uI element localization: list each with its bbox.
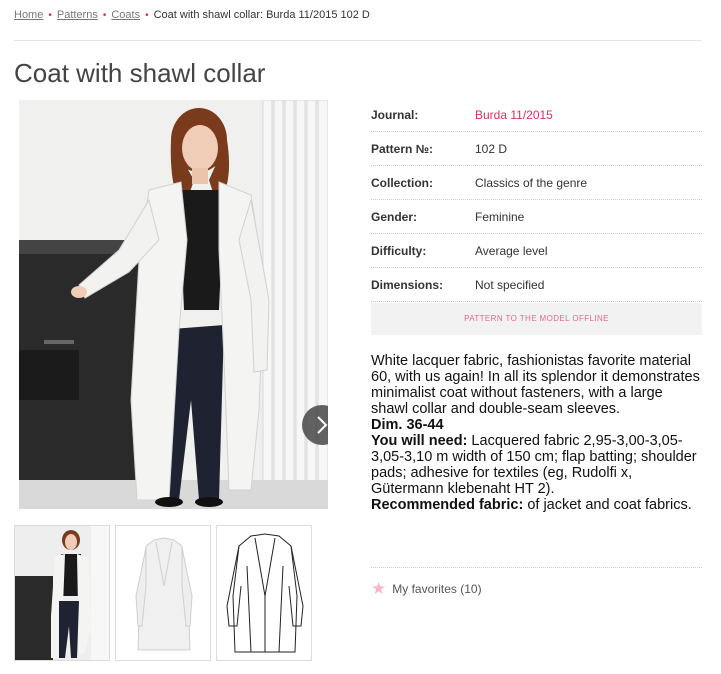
pattern-details-table: Journal: Burda 11/2015 Pattern №: 102 D … — [371, 98, 702, 302]
header-divider — [14, 40, 702, 41]
breadcrumb-coats[interactable]: Coats — [111, 9, 140, 21]
journal-link[interactable]: Burda 11/2015 — [475, 108, 553, 122]
detail-value: 102 D — [475, 141, 508, 156]
page-title: Coat with shawl collar — [14, 58, 266, 88]
breadcrumb-patterns[interactable]: Patterns — [57, 9, 98, 21]
detail-label: Journal: — [371, 107, 419, 122]
pattern-description: White lacquer fabric, fashionistas favor… — [371, 353, 702, 513]
detail-row-gender: Gender: Feminine — [371, 200, 702, 234]
detail-value: Classics of the genre — [475, 175, 588, 190]
detail-row-dimensions: Dimensions: Not specified — [371, 268, 702, 302]
thumbnail-photo[interactable] — [14, 525, 110, 661]
thumbnail-technical-drawing[interactable] — [216, 525, 312, 661]
description-intro: White lacquer fabric, fashionistas favor… — [371, 353, 700, 417]
recommended-fabric-text: of jacket and coat fabrics. — [523, 497, 692, 513]
detail-row-pattern: Pattern №: 102 D — [371, 132, 702, 166]
detail-value: Average level — [475, 243, 548, 258]
favorites-button[interactable]: ★ My favorites (10) — [371, 580, 482, 597]
detail-label: Dimensions: — [371, 277, 444, 292]
chevron-right-icon — [317, 416, 328, 434]
breadcrumb-separator: • — [48, 10, 52, 21]
detail-label: Gender: — [371, 209, 418, 224]
main-product-image[interactable] — [19, 100, 328, 509]
star-icon: ★ — [371, 579, 387, 598]
favorites-label: My favorites (10) — [392, 581, 482, 596]
thumbnail-coat-front[interactable] — [115, 525, 211, 661]
detail-label: Collection: — [371, 175, 433, 190]
detail-value: Feminine — [475, 209, 525, 224]
detail-row-journal: Journal: Burda 11/2015 — [371, 98, 702, 132]
breadcrumb-home[interactable]: Home — [14, 9, 43, 21]
detail-label: Pattern №: — [371, 141, 434, 156]
detail-label: Difficulty: — [371, 243, 427, 258]
detail-row-collection: Collection: Classics of the genre — [371, 166, 702, 200]
pattern-offline-button[interactable]: PATTERN TO THE MODEL OFFLINE — [371, 303, 702, 335]
breadcrumb-separator: • — [102, 10, 107, 21]
breadcrumb-separator: • — [145, 10, 149, 21]
favorites-divider — [371, 567, 702, 568]
next-image-button[interactable] — [302, 405, 328, 445]
detail-value: Not specified — [475, 277, 545, 292]
you-will-need-label: You will need: — [371, 433, 468, 449]
description-dimensions: Dim. 36-44 — [371, 417, 444, 433]
recommended-fabric-label: Recommended fabric: — [371, 497, 524, 513]
breadcrumb: Home • Patterns • Coats • Coat with shawl coll… — [14, 9, 370, 21]
detail-row-difficulty: Difficulty: Average level — [371, 234, 702, 268]
breadcrumb-current: Coat with shawl collar: Burda 11/2015 10… — [153, 9, 370, 21]
